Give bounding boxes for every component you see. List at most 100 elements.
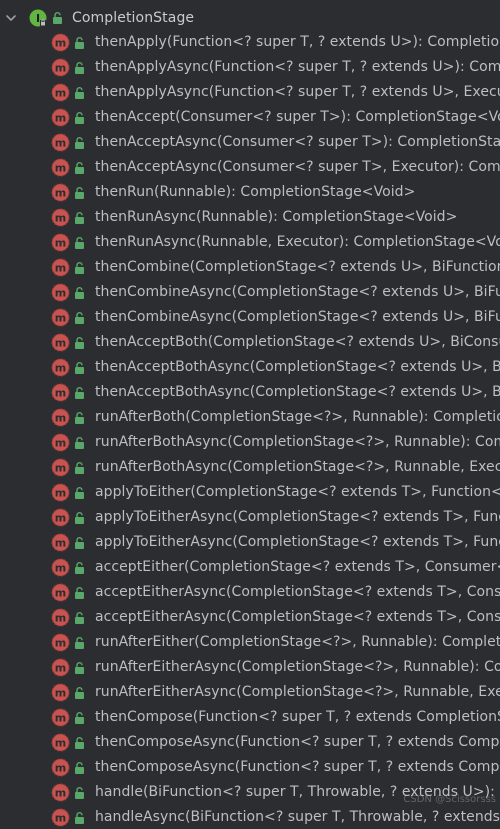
svg-text:m: m	[55, 462, 66, 475]
public-lock-icon	[75, 787, 84, 799]
public-lock-icon	[75, 487, 84, 499]
tree-node-method[interactable]: m thenComposeAsync(Function<? super T, ? …	[0, 755, 500, 780]
public-lock-icon	[75, 62, 84, 74]
tree-node-completionstage[interactable]: I CompletionStage	[0, 5, 500, 30]
public-lock-icon	[75, 37, 84, 49]
abstract-method-icon: m	[51, 283, 70, 302]
tree-node-method[interactable]: m thenAcceptBothAsync(CompletionStage<? e…	[0, 380, 500, 405]
svg-text:m: m	[55, 62, 66, 75]
abstract-method-icon: m	[51, 208, 70, 227]
public-lock-icon	[75, 237, 84, 249]
tree-node-method[interactable]: m runAfterEither(CompletionStage<?>, Runn…	[0, 630, 500, 655]
abstract-method-icon: m	[51, 383, 70, 402]
public-lock-icon	[75, 812, 84, 824]
svg-text:m: m	[55, 287, 66, 300]
tree-node-method[interactable]: m thenCombine(CompletionStage<? extends U…	[0, 255, 500, 280]
tree-node-method[interactable]: m applyToEitherAsync(CompletionStage<? ex…	[0, 505, 500, 530]
tree-node-method[interactable]: m thenApplyAsync(Function<? super T, ? ex…	[0, 55, 500, 80]
tree-node-method[interactable]: m thenCombineAsync(CompletionStage<? exte…	[0, 305, 500, 330]
tree-node-method[interactable]: m thenComposeAsync(Function<? super T, ? …	[0, 730, 500, 755]
method-label: thenApplyAsync(Function<? super T, ? ext…	[95, 84, 500, 100]
method-label: thenApply(Function<? super T, ? extends …	[95, 34, 500, 50]
abstract-method-icon: m	[51, 733, 70, 752]
method-label: runAfterBoth(CompletionStage<?>, Runnabl…	[95, 409, 500, 425]
abstract-method-icon: m	[51, 158, 70, 177]
svg-text:m: m	[55, 487, 66, 500]
tree-node-method[interactable]: m thenAcceptAsync(Consumer<? super T>): C…	[0, 130, 500, 155]
abstract-method-icon: m	[51, 608, 70, 627]
tree-node-method[interactable]: m thenCompose(Function<? super T, ? exten…	[0, 705, 500, 730]
tree-node-method[interactable]: m thenApply(Function<? super T, ? extends…	[0, 30, 500, 55]
tree-node-method[interactable]: m runAfterEitherAsync(CompletionStage<?>,…	[0, 680, 500, 705]
tree-node-method[interactable]: m thenAccept(Consumer<? super T>): Comple…	[0, 105, 500, 130]
svg-text:m: m	[55, 812, 66, 825]
public-lock-icon	[75, 162, 84, 174]
abstract-method-icon: m	[51, 358, 70, 377]
public-lock-icon	[75, 537, 84, 549]
public-lock-icon	[75, 687, 84, 699]
abstract-method-icon: m	[51, 483, 70, 502]
tree-node-method[interactable]: m runAfterBothAsync(CompletionStage<?>, R…	[0, 455, 500, 480]
method-label: thenAcceptBothAsync(CompletionStage<? ex…	[95, 384, 500, 400]
method-label: thenCombine(CompletionStage<? extends U>…	[95, 259, 500, 275]
tree-node-method[interactable]: m thenAcceptBoth(CompletionStage<? extend…	[0, 330, 500, 355]
tree-node-method[interactable]: m acceptEitherAsync(CompletionStage<? ext…	[0, 580, 500, 605]
tree-node-method[interactable]: m applyToEither(CompletionStage<? extends…	[0, 480, 500, 505]
abstract-method-icon: m	[51, 508, 70, 527]
svg-text:m: m	[55, 737, 66, 750]
svg-text:m: m	[55, 137, 66, 150]
tree-node-method[interactable]: m handleAsync(BiFunction<? super T, Throw…	[0, 805, 500, 829]
public-lock-icon	[75, 387, 84, 399]
abstract-method-icon: m	[51, 108, 70, 127]
public-lock-icon	[75, 337, 84, 349]
method-label: runAfterEitherAsync(CompletionStage<?>, …	[95, 684, 500, 700]
tree-node-method[interactable]: m thenAcceptBothAsync(CompletionStage<? e…	[0, 355, 500, 380]
tree-node-method[interactable]: m runAfterBothAsync(CompletionStage<?>, R…	[0, 430, 500, 455]
method-label: thenAcceptAsync(Consumer<? super T>, Exe…	[95, 159, 500, 175]
method-label: acceptEither(CompletionStage<? extends T…	[95, 559, 500, 575]
tree-node-method[interactable]: m applyToEitherAsync(CompletionStage<? ex…	[0, 530, 500, 555]
svg-text:m: m	[55, 437, 66, 450]
svg-text:m: m	[55, 162, 66, 175]
public-lock-icon	[75, 187, 84, 199]
tree-node-method[interactable]: m acceptEitherAsync(CompletionStage<? ext…	[0, 605, 500, 630]
tree-node-method[interactable]: m thenRunAsync(Runnable): CompletionStage…	[0, 205, 500, 230]
svg-text:m: m	[55, 112, 66, 125]
tree-node-method[interactable]: m runAfterBoth(CompletionStage<?>, Runnab…	[0, 405, 500, 430]
public-lock-icon	[75, 412, 84, 424]
chevron-down-icon[interactable]	[4, 11, 18, 25]
public-lock-icon	[75, 612, 84, 624]
method-label: thenRunAsync(Runnable): CompletionStage<…	[95, 209, 458, 225]
watermark: CSDN @Scissorsss	[403, 794, 496, 805]
method-label: thenRunAsync(Runnable, Executor): Comple…	[95, 234, 500, 250]
root-label: CompletionStage	[72, 10, 195, 26]
abstract-method-icon: m	[51, 633, 70, 652]
public-lock-icon	[75, 637, 84, 649]
svg-text:m: m	[55, 787, 66, 800]
public-lock-icon	[75, 462, 84, 474]
public-lock-icon	[75, 137, 84, 149]
svg-text:m: m	[55, 662, 66, 675]
abstract-method-icon: m	[51, 783, 70, 802]
public-lock-icon	[75, 87, 84, 99]
svg-text:m: m	[55, 362, 66, 375]
tree-node-method[interactable]: m thenApplyAsync(Function<? super T, ? ex…	[0, 80, 500, 105]
abstract-method-icon: m	[51, 408, 70, 427]
public-lock-icon	[75, 112, 84, 124]
public-lock-icon	[75, 662, 84, 674]
tree-node-method[interactable]: m thenAcceptAsync(Consumer<? super T>, Ex…	[0, 155, 500, 180]
svg-text:m: m	[55, 212, 66, 225]
method-label: thenRun(Runnable): CompletionStage<Void>	[95, 184, 416, 200]
method-label: runAfterBothAsync(CompletionStage<?>, Ru…	[95, 434, 500, 450]
abstract-method-icon: m	[51, 258, 70, 277]
method-label: thenComposeAsync(Function<? super T, ? e…	[95, 759, 500, 775]
abstract-method-icon: m	[51, 133, 70, 152]
method-label: applyToEitherAsync(CompletionStage<? ext…	[95, 509, 500, 525]
tree-node-method[interactable]: m thenCombineAsync(CompletionStage<? exte…	[0, 280, 500, 305]
tree-node-method[interactable]: m thenRunAsync(Runnable, Executor): Compl…	[0, 230, 500, 255]
tree-node-method[interactable]: m runAfterEitherAsync(CompletionStage<?>,…	[0, 655, 500, 680]
public-lock-icon	[75, 762, 84, 774]
tree-node-method[interactable]: m acceptEither(CompletionStage<? extends …	[0, 555, 500, 580]
tree-node-method[interactable]: m thenRun(Runnable): CompletionStage<Void…	[0, 180, 500, 205]
abstract-method-icon: m	[51, 558, 70, 577]
